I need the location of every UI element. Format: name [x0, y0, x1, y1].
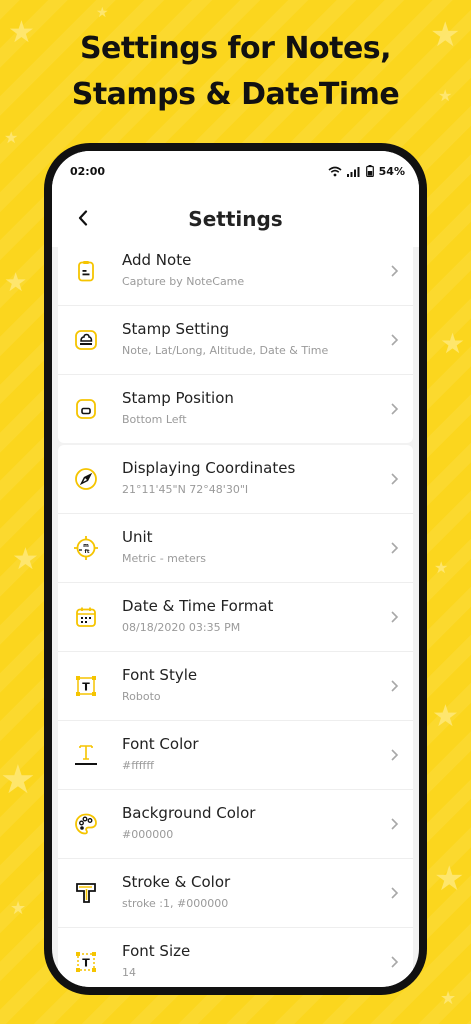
promo-line-1: Settings for Notes, — [79, 31, 392, 66]
setting-subtitle: Note, Lat/Long, Altitude, Date & Time — [122, 344, 329, 357]
setting-subtitle: Metric - meters — [122, 552, 206, 565]
setting-title: Displaying Coordinates — [122, 459, 296, 477]
star-decoration: ★ — [4, 128, 19, 147]
setting-title: Add Note — [122, 251, 192, 269]
signal-icon — [346, 166, 360, 177]
setting-displaying-coordinates[interactable]: Displaying Coordinates 21°11'45"N 72°48'… — [58, 445, 413, 514]
setting-stamp-position[interactable]: Stamp Position Bottom Left — [58, 375, 413, 443]
setting-font-style[interactable]: T Font Style Roboto — [58, 652, 413, 721]
setting-title: Font Color — [122, 735, 199, 753]
setting-unit[interactable]: m ft Unit Metric - meters — [58, 514, 413, 583]
stamp-icon — [72, 326, 100, 354]
setting-title: Unit — [122, 528, 153, 546]
setting-font-color[interactable]: Font Color #ffffff — [58, 721, 413, 790]
chevron-right-icon — [391, 818, 399, 830]
star-decoration: ★ — [434, 558, 449, 577]
status-bar: 02:00 54% — [52, 151, 419, 191]
battery-icon — [365, 165, 374, 177]
star-decoration: ★ — [10, 898, 27, 919]
battery-level: 54% — [378, 164, 405, 178]
settings-group-display: Displaying Coordinates 21°11'45"N 72°48'… — [58, 445, 413, 987]
star-decoration: ★ — [96, 5, 109, 21]
star-decoration: ★ — [440, 988, 457, 1009]
setting-date-time-format[interactable]: Date & Time Format 08/18/2020 03:35 PM — [58, 583, 413, 652]
setting-title: Font Size — [122, 942, 191, 960]
setting-title: Stamp Setting — [122, 320, 230, 338]
star-decoration: ★ — [434, 859, 465, 899]
setting-background-color[interactable]: Background Color #000000 — [58, 790, 413, 859]
svg-text:T: T — [82, 957, 90, 970]
status-icons: 54% — [328, 165, 405, 178]
compass-icon — [72, 465, 100, 493]
chevron-right-icon — [391, 680, 399, 692]
setting-subtitle: stroke :1, #000000 — [122, 897, 229, 910]
setting-stamp-setting[interactable]: Stamp Setting Note, Lat/Long, Altitude, … — [58, 306, 413, 375]
chevron-right-icon — [391, 265, 399, 277]
wifi-icon — [328, 166, 342, 176]
setting-subtitle: #000000 — [122, 828, 174, 841]
chevron-right-icon — [391, 611, 399, 623]
star-decoration: ★ — [12, 542, 39, 577]
star-decoration: ★ — [440, 327, 466, 360]
chevron-right-icon — [391, 334, 399, 346]
font-size-icon: T — [72, 948, 100, 976]
star-decoration: ★ — [0, 757, 36, 803]
phone-frame: 02:00 54% Settings Add Note Capture by N… — [44, 143, 427, 995]
palette-icon — [72, 810, 100, 838]
setting-title: Stamp Position — [122, 389, 234, 407]
promo-line-2: Stamps & DateTime — [71, 77, 400, 112]
star-decoration: ★ — [432, 699, 459, 734]
setting-title: Date & Time Format — [122, 597, 274, 615]
chevron-right-icon — [391, 749, 399, 761]
calendar-icon — [72, 603, 100, 631]
stamp-position-icon — [72, 395, 100, 423]
setting-stroke-color[interactable]: Stroke & Color stroke :1, #000000 — [58, 859, 413, 928]
promo-headline: Settings for Notes, Stamps & DateTime — [0, 26, 471, 118]
font-color-icon — [72, 741, 100, 769]
unit-icon: m ft — [72, 534, 100, 562]
chevron-right-icon — [391, 542, 399, 554]
setting-title: Font Style — [122, 666, 198, 684]
star-decoration: ★ — [4, 268, 28, 298]
setting-subtitle: 21°11'45"N 72°48'30"I — [122, 483, 249, 496]
setting-subtitle: 14 — [122, 966, 136, 979]
setting-add-note[interactable]: Add Note Capture by NoteCame — [58, 237, 413, 306]
setting-title: Stroke & Color — [122, 873, 231, 891]
setting-subtitle: 08/18/2020 03:35 PM — [122, 621, 241, 634]
chevron-right-icon — [391, 887, 399, 899]
setting-subtitle: Capture by NoteCame — [122, 275, 245, 288]
chevron-right-icon — [391, 956, 399, 968]
page-title: Settings — [188, 207, 283, 231]
svg-text:T: T — [82, 681, 90, 694]
setting-subtitle: Bottom Left — [122, 413, 187, 426]
chevron-right-icon — [391, 403, 399, 415]
svg-text:ft: ft — [84, 549, 89, 555]
phone-screen: 02:00 54% Settings Add Note Capture by N… — [52, 151, 419, 987]
setting-subtitle: #ffffff — [122, 759, 154, 772]
stroke-icon — [72, 879, 100, 907]
setting-font-size[interactable]: T Font Size 14 — [58, 928, 413, 987]
note-icon — [72, 257, 100, 285]
font-style-icon: T — [72, 672, 100, 700]
status-time: 02:00 — [70, 164, 106, 178]
settings-group-stamp: Add Note Capture by NoteCame Stamp Setti… — [58, 237, 413, 443]
setting-subtitle: Roboto — [122, 690, 161, 703]
setting-title: Background Color — [122, 804, 256, 822]
chevron-right-icon — [391, 473, 399, 485]
